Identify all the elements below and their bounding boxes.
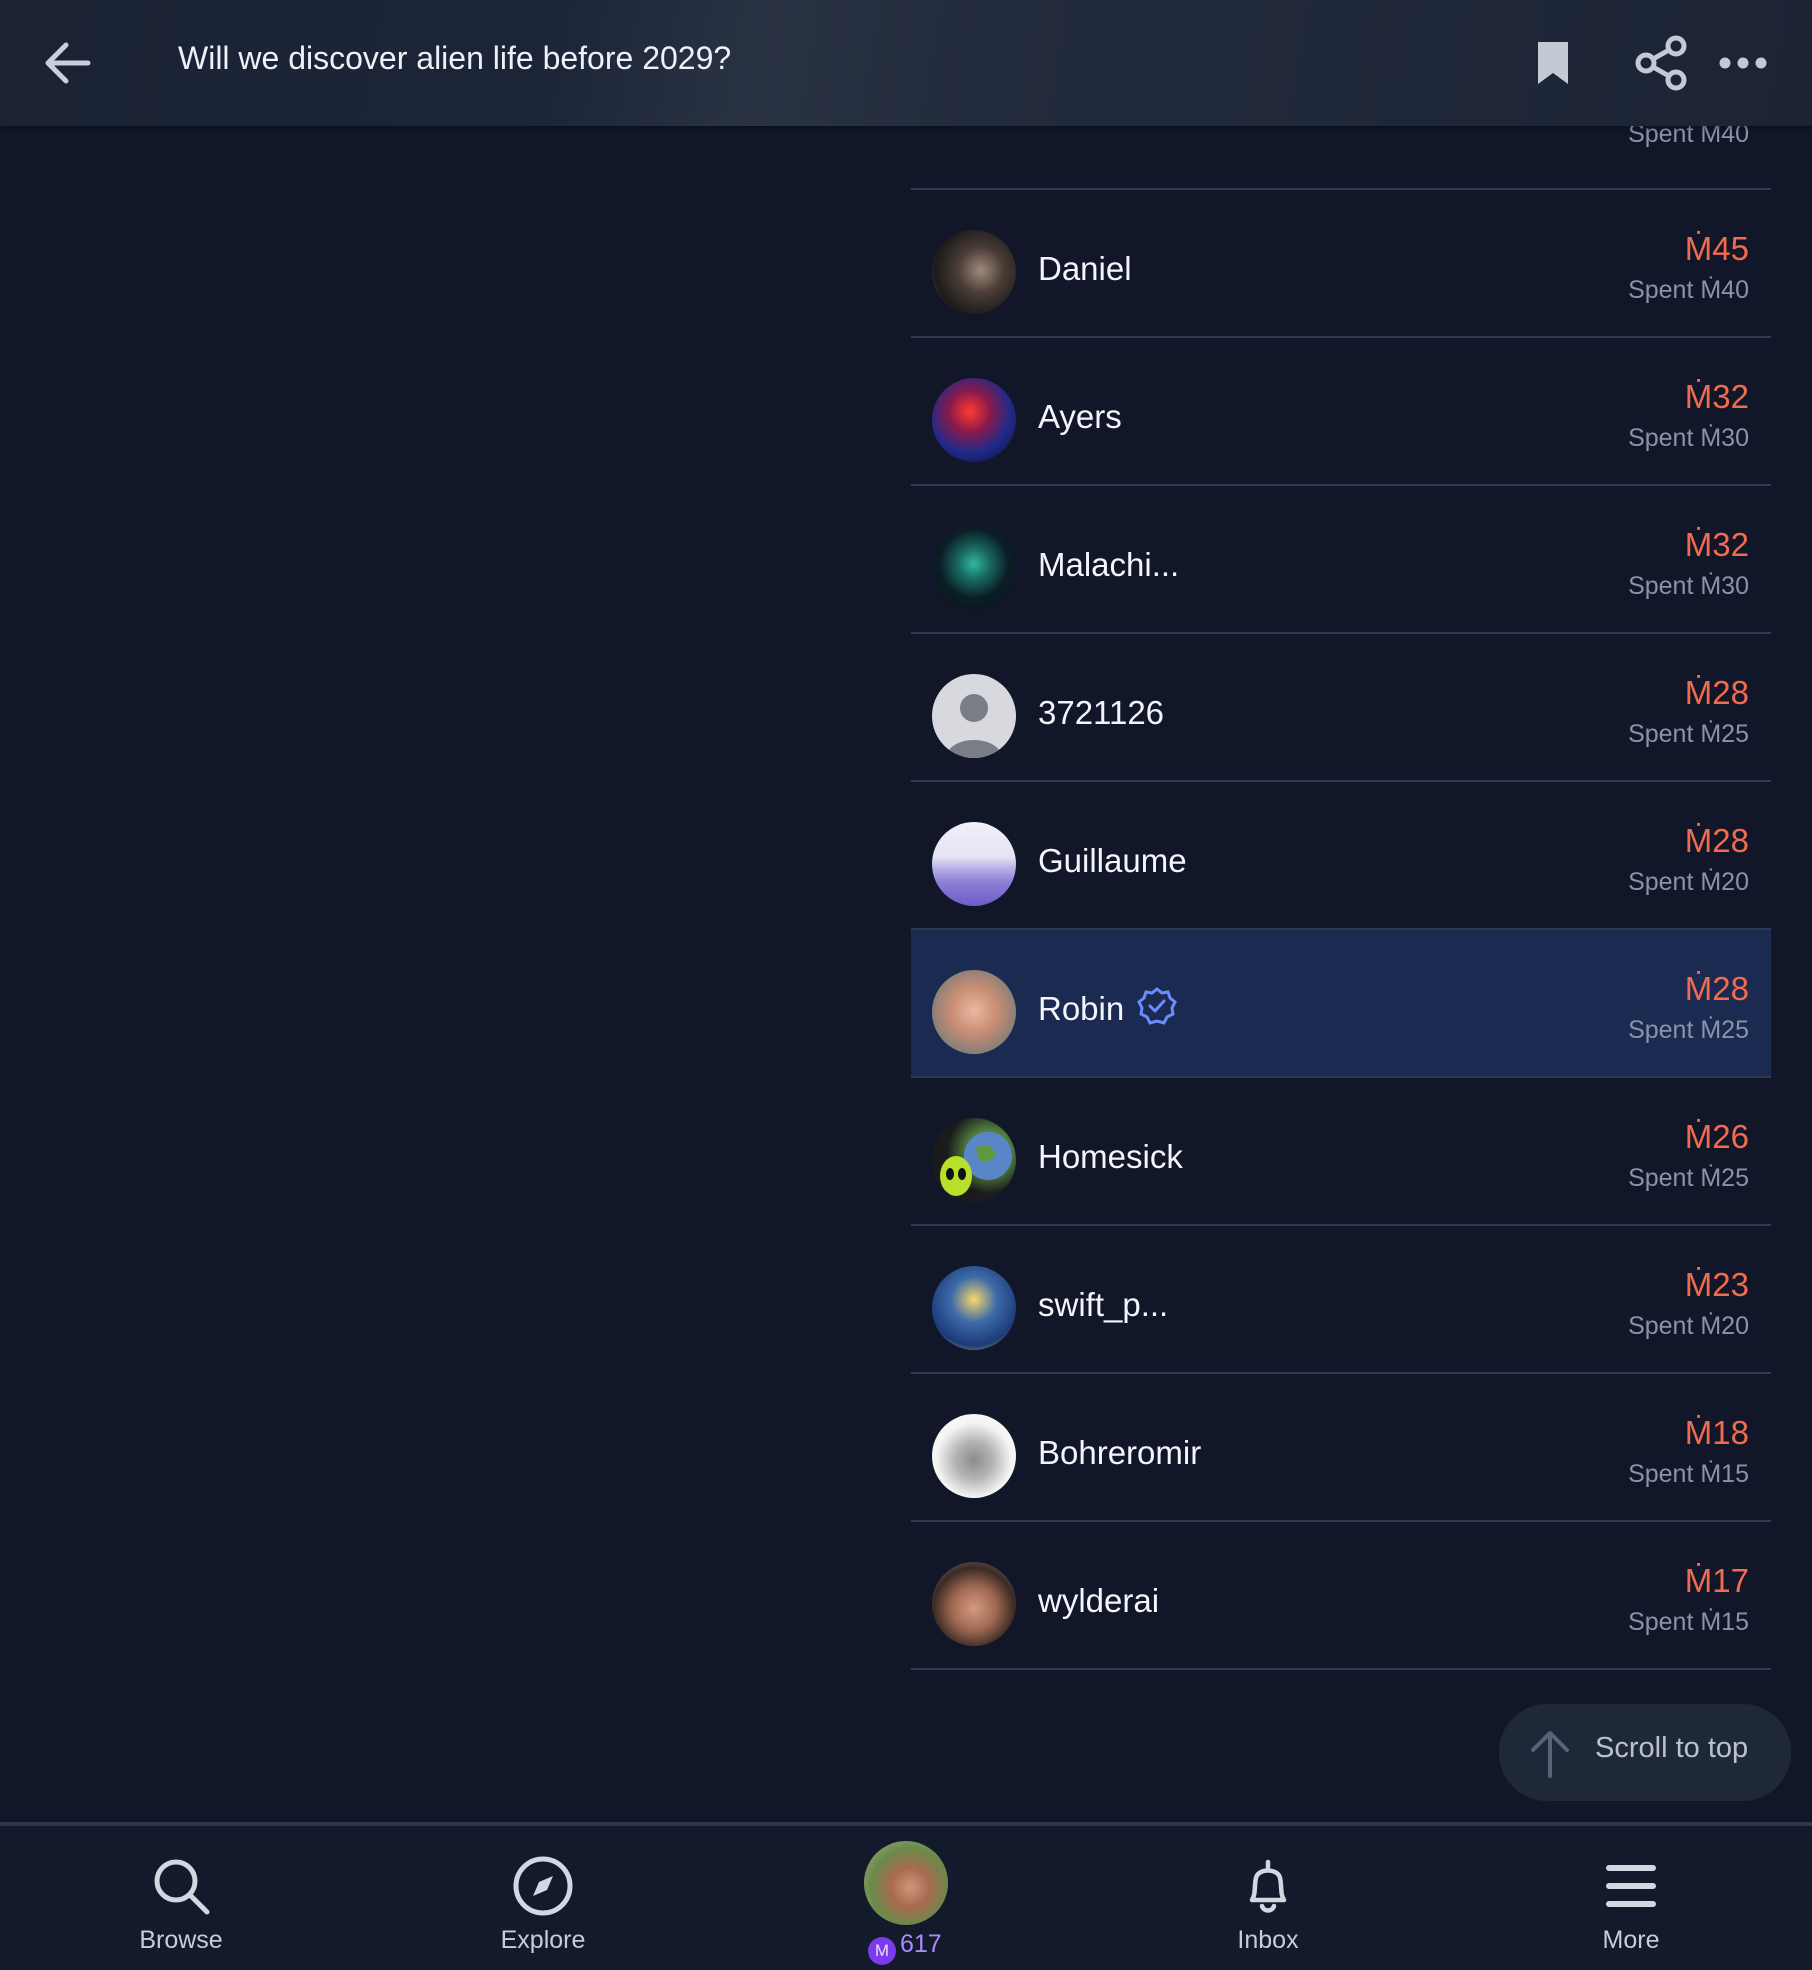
share-icon[interactable] [1632, 34, 1690, 92]
user-name[interactable]: wylderai [1038, 1582, 1159, 1620]
bookmark-icon[interactable] [1532, 38, 1574, 88]
compass-icon [513, 1856, 573, 1916]
user-name[interactable]: Robin [1038, 990, 1124, 1028]
avatar [932, 970, 1016, 1054]
balance-amount: 617 [900, 1930, 942, 1958]
user-name[interactable]: Daniel [1038, 250, 1132, 288]
arrow-up-icon [1531, 1731, 1569, 1778]
nav-inbox-label: Inbox [1237, 1926, 1299, 1954]
avatar [932, 378, 1016, 462]
user-name[interactable]: Homesick [1038, 1138, 1183, 1176]
default-person-icon [932, 674, 1016, 758]
bet-value: Ṁ45 [1684, 230, 1749, 267]
user-name[interactable]: Ayers [1038, 398, 1122, 436]
bet-value: Ṁ32 [1684, 378, 1749, 415]
bottom-navigation: Browse Explore M 617 Inbox More [0, 1822, 1812, 1970]
balance[interactable]: M 617 [868, 1930, 942, 1965]
back-arrow-icon[interactable] [38, 35, 98, 91]
list-item[interactable]: Daniel Ṁ45 Spent Ṁ40 [911, 190, 1771, 338]
bell-icon [1249, 1859, 1287, 1913]
list-item[interactable]: Homesick Ṁ26 Spent Ṁ25 [911, 1078, 1771, 1226]
list-item[interactable]: Guillaume Ṁ28 Spent Ṁ20 [911, 782, 1771, 930]
bet-value: Ṁ28 [1684, 674, 1749, 711]
nav-explore-label: Explore [500, 1926, 586, 1954]
search-icon [154, 1859, 210, 1915]
spent-amount: Spent Ṁ30 [1628, 424, 1749, 452]
user-name[interactable]: Guillaume [1038, 842, 1187, 880]
list-item[interactable]: wylderai Ṁ17 Spent Ṁ15 [911, 1522, 1771, 1670]
avatar [932, 230, 1016, 314]
scroll-to-top-button[interactable]: Scroll to top [1499, 1704, 1791, 1801]
spent-amount: Spent Ṁ15 [1628, 1608, 1749, 1636]
spent-amount: Spent Ṁ30 [1628, 572, 1749, 600]
bet-value: Ṁ17 [1684, 1562, 1749, 1599]
nav-more[interactable]: More [1531, 1826, 1731, 1970]
bet-value: Ṁ26 [1684, 1118, 1749, 1155]
mana-coin-icon: M [868, 1937, 896, 1965]
page-title: Will we discover alien life before 2029? [178, 40, 732, 76]
more-options-icon[interactable] [1718, 46, 1768, 80]
user-name[interactable]: Malachi... [1038, 546, 1179, 584]
spent-amount: Spent Ṁ25 [1628, 1164, 1749, 1192]
user-name[interactable]: swift_p... [1038, 1286, 1168, 1324]
menu-icon [1606, 1865, 1656, 1907]
list-item[interactable]: 3721126 Ṁ28 Spent Ṁ25 [911, 634, 1771, 782]
bet-value: Ṁ28 [1684, 822, 1749, 859]
list-item[interactable]: swift_p... Ṁ23 Spent Ṁ20 [911, 1226, 1771, 1374]
scroll-to-top-label: Scroll to top [1595, 1732, 1749, 1764]
avatar [932, 1118, 1016, 1202]
list-item-current-user[interactable]: Robin Ṁ28 Spent Ṁ25 [911, 930, 1771, 1078]
list-item[interactable]: Bohreromir Ṁ18 Spent Ṁ15 [911, 1374, 1771, 1522]
verified-badge-icon [1137, 987, 1177, 1025]
avatar [932, 822, 1016, 906]
spent-amount: Spent Ṁ25 [1628, 720, 1749, 748]
nav-explore[interactable]: Explore [443, 1826, 643, 1970]
avatar [932, 1562, 1016, 1646]
bet-value: Ṁ28 [1684, 970, 1749, 1007]
spent-amount: Spent Ṁ15 [1628, 1460, 1749, 1488]
bet-value: Ṁ23 [1684, 1266, 1749, 1303]
bet-value: Ṁ18 [1684, 1414, 1749, 1451]
avatar [932, 1414, 1016, 1498]
nav-inbox[interactable]: Inbox [1168, 1826, 1368, 1970]
avatar [932, 526, 1016, 610]
nav-browse-label: Browse [139, 1926, 223, 1954]
nav-browse[interactable]: Browse [81, 1826, 281, 1970]
spent-amount: Spent Ṁ20 [1628, 1312, 1749, 1340]
user-name[interactable]: Bohreromir [1038, 1434, 1201, 1472]
bettors-list: Spent Ṁ40 Daniel Ṁ45 Spent Ṁ40 Ayers Ṁ32… [911, 0, 1771, 1670]
user-name[interactable]: 3721126 [1038, 694, 1164, 732]
profile-avatar[interactable] [864, 1841, 948, 1925]
bet-value: Ṁ32 [1684, 526, 1749, 563]
list-item[interactable]: Ayers Ṁ32 Spent Ṁ30 [911, 338, 1771, 486]
spent-amount: Spent Ṁ40 [1628, 276, 1749, 304]
spent-amount: Spent Ṁ20 [1628, 868, 1749, 896]
list-item[interactable]: Malachi... Ṁ32 Spent Ṁ30 [911, 486, 1771, 634]
top-bar: Will we discover alien life before 2029? [0, 0, 1812, 126]
spent-amount: Spent Ṁ25 [1628, 1016, 1749, 1044]
nav-more-label: More [1602, 1926, 1660, 1954]
avatar [932, 1266, 1016, 1350]
